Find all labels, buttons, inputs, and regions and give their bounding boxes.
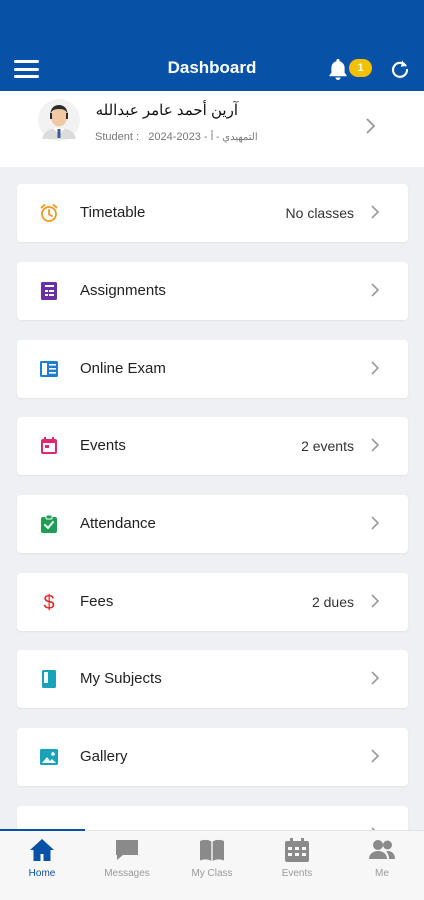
card-label: Gallery (80, 748, 128, 765)
book-icon (42, 670, 56, 688)
card-attendance[interactable]: Attendance (17, 495, 408, 553)
student-profile-row[interactable]: آرين أحمد عامر عبدالله Student : 2024-20… (0, 91, 424, 167)
card-label: Timetable (80, 204, 146, 221)
chevron-right-icon (371, 671, 380, 685)
card-gallery[interactable]: Gallery (17, 728, 408, 786)
nav-me[interactable]: Me (340, 831, 424, 900)
nav-home[interactable]: Home (0, 831, 84, 900)
card-assignments[interactable]: Assignments (17, 262, 408, 320)
card-label: Fees (80, 593, 114, 610)
dollar-icon: $ (43, 592, 54, 612)
people-icon (369, 840, 395, 859)
image-icon (40, 749, 58, 765)
card-fees[interactable]: $ Fees 2 dues (17, 573, 408, 631)
app-header: Dashboard 1 (0, 0, 424, 91)
dashboard-screen: Timetable No classes Assignments Online … (0, 0, 424, 900)
card-timetable[interactable]: Timetable No classes (17, 184, 408, 242)
chevron-right-icon (371, 361, 380, 375)
calendar-icon (41, 437, 57, 454)
student-name: آرين أحمد عامر عبدالله (95, 102, 238, 119)
chat-icon (116, 840, 138, 860)
svg-text:$: $ (43, 592, 54, 612)
card-value: No classes (285, 205, 354, 221)
chevron-right-icon (371, 438, 380, 452)
chevron-right-icon (371, 594, 380, 608)
nav-label: Events (281, 868, 313, 879)
open-book-icon (200, 839, 224, 861)
chevron-right-icon (366, 118, 376, 134)
nav-label: Messages (104, 868, 150, 879)
clipboard-check-icon (41, 514, 57, 533)
student-class: التمهيدي - أ (210, 132, 258, 143)
home-icon (30, 839, 54, 861)
card-value: 2 dues (311, 594, 354, 610)
student-details: Student : 2024-2023 - التمهيدي - أ (95, 131, 258, 143)
student-role: Student : (95, 131, 140, 143)
card-label: Online Exam (80, 360, 166, 377)
card-label: Events (80, 437, 126, 454)
assignment-book-icon (41, 282, 57, 300)
notifications-button[interactable]: 1 (325, 54, 375, 84)
chevron-right-icon (371, 749, 380, 763)
nav-messages[interactable]: Messages (85, 831, 169, 900)
card-label: My Subjects (80, 670, 162, 687)
nav-label: Home (28, 868, 56, 879)
nav-label: Me (375, 868, 389, 879)
academic-year: 2024-2023 (148, 131, 201, 143)
card-events[interactable]: Events 2 events (17, 417, 408, 475)
refresh-button[interactable] (386, 55, 414, 83)
chevron-right-icon (371, 516, 380, 530)
separator: - (203, 131, 211, 143)
refresh-icon (391, 60, 409, 78)
alarm-clock-icon (40, 204, 58, 222)
chevron-right-icon (371, 283, 380, 297)
card-online-exam[interactable]: Online Exam (17, 340, 408, 398)
chevron-right-icon (371, 205, 380, 219)
bell-icon (329, 59, 347, 80)
calendar-icon (285, 838, 309, 862)
exam-sheet-icon (40, 361, 58, 377)
card-value: 2 events (301, 438, 354, 454)
card-label: Attendance (80, 515, 156, 532)
card-label: Assignments (80, 282, 166, 299)
bottom-navigation: Home Messages My Class Events Me (0, 829, 424, 900)
nav-label: My Class (191, 868, 233, 879)
nav-events[interactable]: Events (255, 831, 339, 900)
avatar (38, 99, 80, 141)
nav-my-class[interactable]: My Class (170, 831, 254, 900)
notification-count-badge: 1 (349, 59, 372, 77)
card-my-subjects[interactable]: My Subjects (17, 650, 408, 708)
